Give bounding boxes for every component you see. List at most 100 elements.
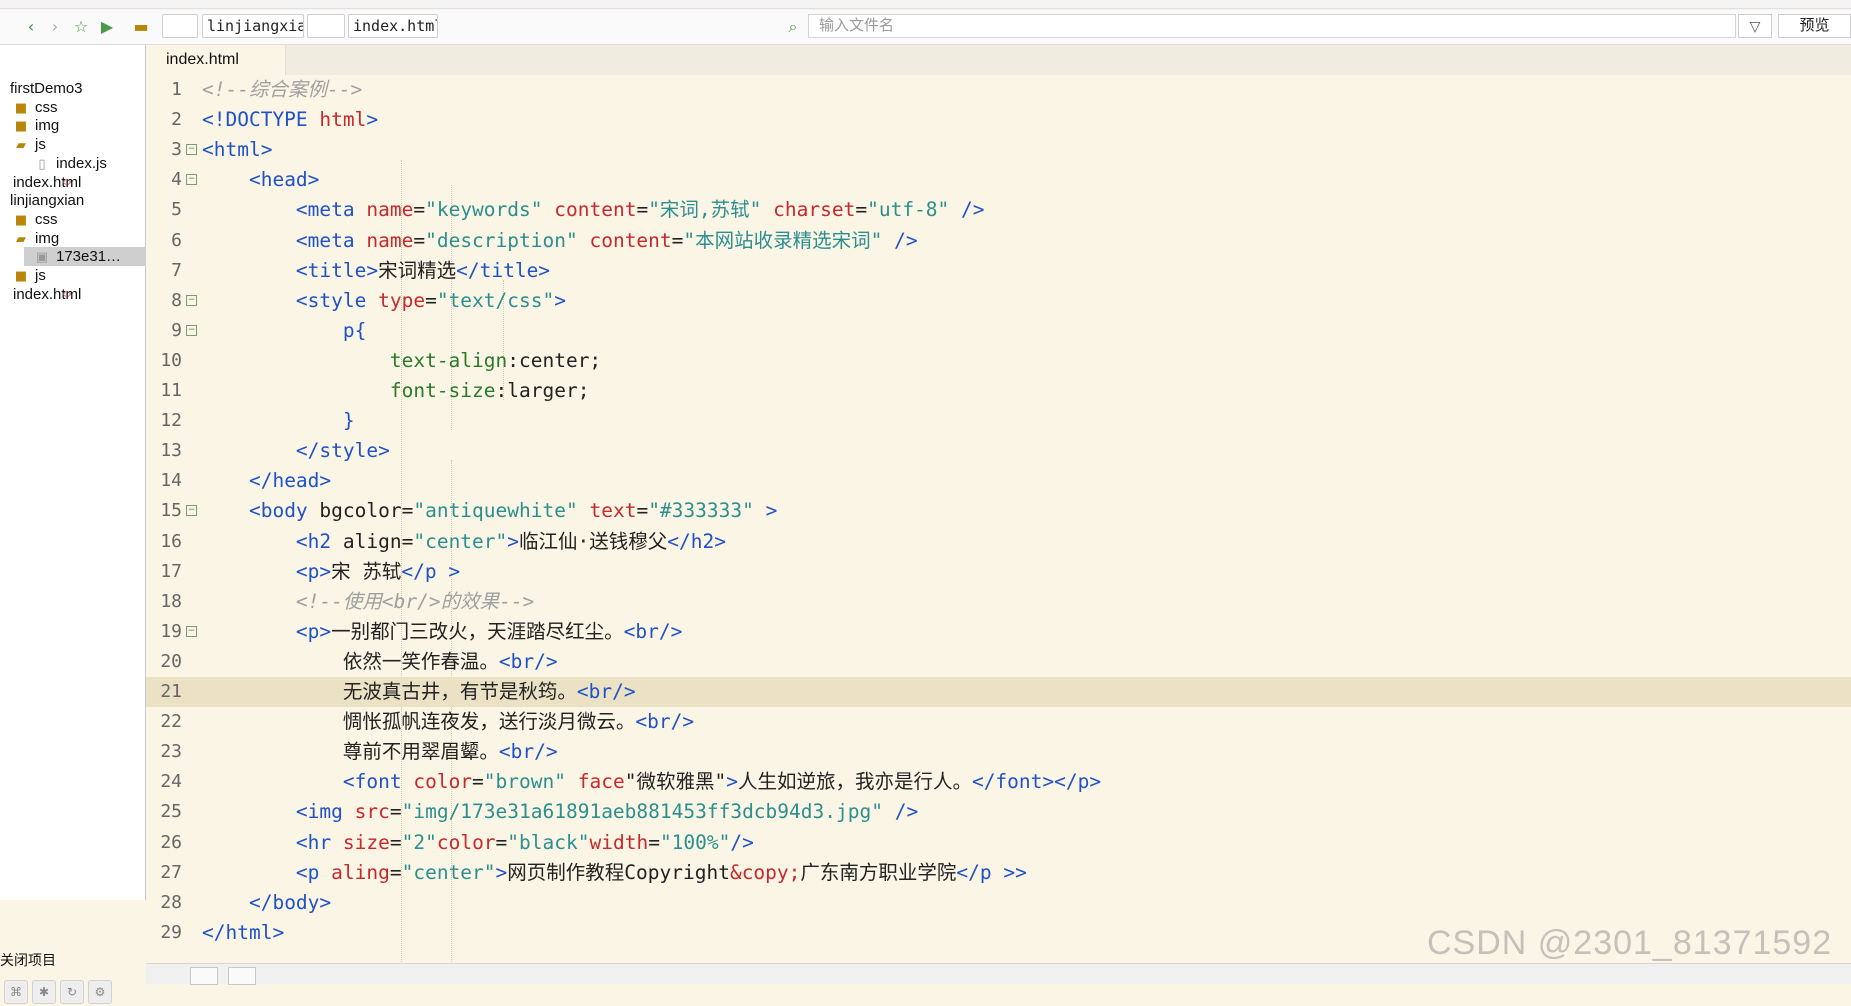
back-arrow-icon[interactable]: ‹: [20, 16, 42, 38]
code-line[interactable]: 7 <title>宋词精选</title>: [146, 256, 1851, 286]
line-number: 18: [160, 590, 182, 612]
line-number: 13: [160, 440, 182, 462]
code-line[interactable]: 18 <!--使用<br/>的效果-->: [146, 587, 1851, 617]
code-line[interactable]: 6 <meta name="description" content="本网站收…: [146, 226, 1851, 256]
project-explorer: 关闭项目 ⌘✱↻⚙ ▰firstDemo3■css■img▰js▯index.j…: [0, 45, 155, 1004]
fold-toggle-icon[interactable]: −: [186, 144, 197, 156]
tree-item[interactable]: ■ css: [3, 98, 58, 117]
tree-item[interactable]: ■ img: [3, 116, 59, 135]
tree-item[interactable]: ▰firstDemo3: [0, 79, 83, 98]
fold-toggle-icon[interactable]: −: [186, 324, 197, 336]
tree-item-label: js: [35, 136, 46, 154]
folder-icon[interactable]: ▬: [130, 16, 152, 38]
tree-item[interactable]: ▣ 173e31…: [24, 247, 155, 267]
line-number: 21: [160, 681, 182, 702]
binoculars-icon[interactable]: ⌘: [4, 980, 28, 1004]
code-text: <img src="img/173e31a61891aeb881453ff3dc…: [295, 800, 919, 824]
file-breadcrumb[interactable]: index.html: [348, 14, 438, 38]
tree-item[interactable]: ▯ index.js: [24, 154, 107, 173]
code-text: <head>: [248, 168, 320, 192]
tree-item[interactable]: ‹› index.html: [3, 285, 81, 304]
code-line[interactable]: 16 <h2 align="center">临江仙·送钱穆父</h2>: [146, 527, 1851, 557]
fold-toggle-icon[interactable]: −: [186, 505, 197, 517]
preview-button[interactable]: 预览: [1778, 14, 1851, 38]
blank-toolbar-box-2[interactable]: [307, 14, 345, 38]
code-line[interactable]: 20 依然一笑作春温。<br/>: [146, 647, 1851, 677]
line-number: 20: [160, 650, 182, 672]
locate-file-icon[interactable]: ⌕: [782, 16, 804, 38]
close-project-label[interactable]: 关闭项目: [0, 950, 56, 970]
code-line[interactable]: 17 <p>宋 苏轼</p >: [146, 557, 1851, 587]
code-line[interactable]: 27 <p aling="center">网页制作教程Copyright&cop…: [146, 858, 1851, 888]
code-line[interactable]: 1 <!--综合案例-->: [146, 75, 1851, 105]
tree-item[interactable]: ▰ js: [3, 135, 46, 154]
code-line[interactable]: 4− <head>: [146, 165, 1851, 195]
code-line[interactable]: 26 <hr size="2"color="black"width="100%"…: [146, 828, 1851, 858]
line-number: 27: [160, 861, 182, 883]
tree-item-label: js: [35, 267, 46, 284]
star-icon[interactable]: ☆: [70, 16, 92, 38]
forward-arrow-icon[interactable]: ›: [44, 16, 66, 38]
code-text: </style>: [295, 439, 390, 463]
code-line[interactable]: 8− <style type="text/css">: [146, 286, 1851, 316]
blank-toolbar-box[interactable]: [162, 14, 198, 38]
code-text: <font color="brown" face"微软雅黑">人生如逆旅，我亦是…: [342, 770, 1102, 794]
bug-icon[interactable]: ✱: [32, 980, 56, 1004]
code-line[interactable]: 11 font-size:larger;: [146, 376, 1851, 406]
code-line[interactable]: 19− <p>一别都门三改火，天涯踏尽红尘。<br/>: [146, 617, 1851, 647]
code-line[interactable]: 2 <!DOCTYPE html>: [146, 105, 1851, 135]
line-number: 23: [160, 741, 182, 763]
code-text: <style type="text/css">: [295, 288, 566, 312]
code-line[interactable]: 25 <img src="img/173e31a61891aeb881453ff…: [146, 797, 1851, 827]
fold-toggle-icon[interactable]: −: [186, 625, 197, 637]
fold-toggle-icon[interactable]: −: [186, 174, 197, 186]
code-line[interactable]: 13 </style>: [146, 436, 1851, 466]
tree-item[interactable]: ▰linjiangxian: [0, 191, 84, 210]
code-line[interactable]: 28 </body>: [146, 888, 1851, 918]
code-line[interactable]: 24 <font color="brown" face"微软雅黑">人生如逆旅，…: [146, 767, 1851, 797]
code-line[interactable]: 14 </head>: [146, 466, 1851, 496]
tree-item-label: css: [35, 98, 58, 116]
code-line[interactable]: 21 无波真古井，有节是秋筠。<br/>: [146, 677, 1851, 707]
code-line[interactable]: 15− <body bgcolor="antiquewhite" text="#…: [146, 496, 1851, 526]
line-number: 28: [160, 891, 182, 913]
tree-item-label: index.js: [56, 154, 107, 172]
code-text: <meta name="keywords" content="宋词,苏轼" ch…: [295, 198, 985, 222]
code-text: font-size:larger;: [389, 379, 590, 402]
code-line[interactable]: 23 尊前不用翠眉颦。<br/>: [146, 737, 1851, 767]
line-number: 25: [160, 801, 182, 823]
code-text: </head>: [248, 469, 332, 493]
code-text: <hr size="2"color="black"width="100%"/>: [295, 830, 754, 854]
funnel-icon[interactable]: ▽: [1738, 14, 1772, 38]
code-line[interactable]: 5 <meta name="keywords" content="宋词,苏轼" …: [146, 195, 1851, 225]
code-line[interactable]: 9− p{: [146, 316, 1851, 346]
editor-tab-bar: index.html: [146, 45, 1851, 75]
code-line[interactable]: 10 text-align:center;: [146, 346, 1851, 376]
status-icon-1[interactable]: [190, 967, 218, 985]
code-editor[interactable]: 1 <!--综合案例--> 2 <!DOCTYPE html> 3− <html> 4− <…: [146, 75, 1851, 970]
file-search-input[interactable]: 输入文件名: [808, 14, 1736, 38]
code-text: <html>: [202, 138, 273, 162]
code-text: <!DOCTYPE html>: [202, 108, 379, 132]
code-text: <!--使用<br/>的效果-->: [295, 589, 535, 613]
code-line[interactable]: 12 }: [146, 406, 1851, 436]
line-number: 3: [171, 139, 182, 161]
code-line[interactable]: 22 惆怅孤帆连夜发，送行淡月微云。<br/>: [146, 707, 1851, 737]
tab-index-html[interactable]: index.html: [146, 45, 286, 75]
status-icon-2[interactable]: [228, 967, 256, 985]
code-line[interactable]: 3− <html>: [146, 135, 1851, 165]
folder-icon: ■: [14, 212, 28, 228]
fold-toggle-icon[interactable]: −: [186, 294, 197, 306]
tree-item[interactable]: ‹› index.html: [3, 173, 81, 192]
project-breadcrumb[interactable]: linjiangxian: [202, 14, 304, 38]
run-icon[interactable]: ▶: [96, 16, 118, 38]
code-text: 惆怅孤帆连夜发，送行淡月微云。<br/>: [202, 710, 695, 734]
refresh-icon[interactable]: ↻: [60, 980, 84, 1004]
settings-icon[interactable]: ⚙: [88, 980, 112, 1004]
line-number: 8: [171, 289, 182, 311]
tree-item[interactable]: ■ css: [3, 210, 58, 229]
line-number: 26: [160, 831, 182, 853]
tree-item[interactable]: ■ js: [3, 266, 46, 285]
tree-item[interactable]: ▰ img: [3, 229, 59, 248]
line-number: 11: [160, 380, 182, 401]
